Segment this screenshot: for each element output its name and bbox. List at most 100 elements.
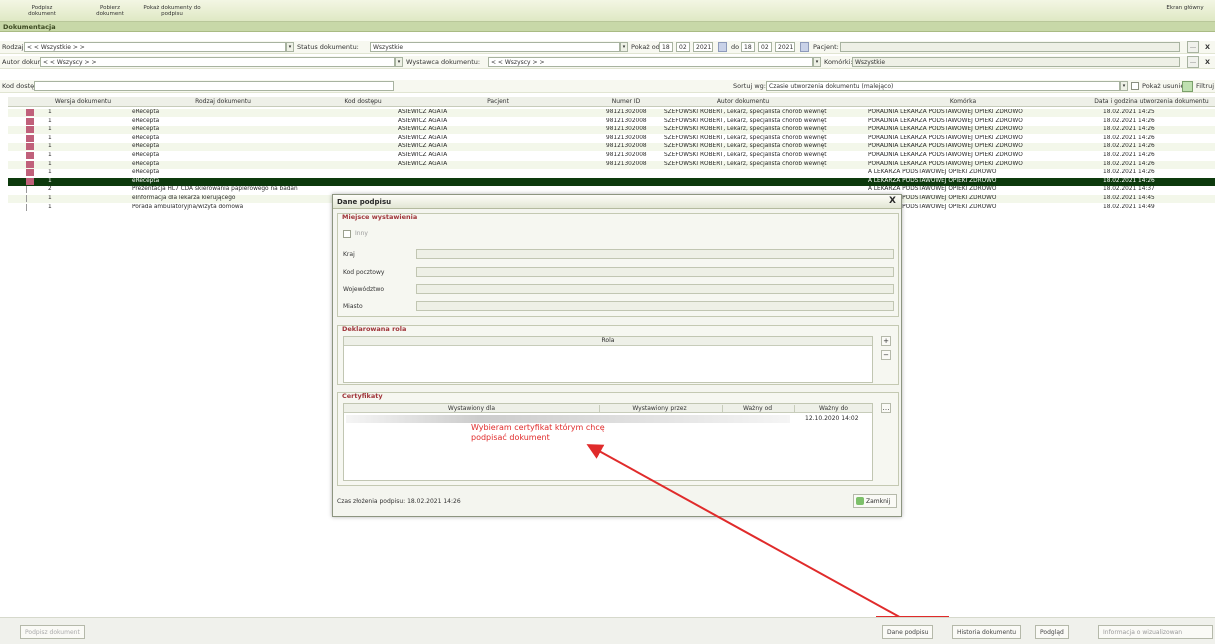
table-row[interactable]: 1 eRecepta A LEKARZA PODSTAWOWEJ OPIEKI ZD… (8, 169, 1215, 177)
cell-ver: 1 (48, 126, 52, 133)
date-from-year[interactable]: 2021 (693, 42, 713, 52)
col-header[interactable]: Kod dostępu (333, 98, 393, 105)
informacja-button[interactable]: Informacja o wizualizowan (1098, 625, 1213, 639)
table-row[interactable]: 1 eRecepta ASIEWICZ AGATA 98121302008 SZEFOW… (8, 117, 1215, 126)
cell-patient: ASIEWICZ AGATA (398, 160, 448, 167)
col-header[interactable]: Numer ID (606, 98, 646, 105)
podpisz-button[interactable]: Podpisz dokument (20, 625, 85, 639)
check-icon (856, 497, 864, 505)
col-header[interactable]: Komórka (868, 98, 1058, 105)
chevron-down-icon[interactable]: ▾ (395, 57, 403, 67)
cell-id: 98121302008 (606, 152, 647, 158)
home-screen-button[interactable]: Ekran główny (1160, 1, 1210, 21)
cert-header: Wystawiony dla Wystawiony przez Ważny od… (344, 404, 872, 413)
cell-type: eRecepta (132, 126, 160, 133)
col-header[interactable]: Pacjent (398, 98, 598, 105)
cell-type: eRecepta (132, 109, 160, 115)
cell-unit: PORADNIA LEKARZA PODSTAWOWEJ OPIEKI ZDRO… (868, 134, 1023, 141)
sortuj-select[interactable]: Czasie utworzenia dokumentu (malejąco) (766, 81, 1120, 91)
col-header[interactable]: Autor dokumentu (668, 98, 818, 105)
kod-pocztowy-field[interactable] (416, 267, 894, 277)
table-row[interactable]: 1 eRecepta ASIEWICZ AGATA 98121302008 SZEFOW… (8, 152, 1215, 160)
cell-date: 18.02.2021 14:26 (1103, 134, 1155, 141)
cell-type: eRecepta (132, 117, 160, 124)
clear-icon[interactable]: X (1205, 43, 1210, 51)
table-row[interactable]: 1 eRecepta ASIEWICZ AGATA 98121302008 SZEFOW… (8, 134, 1215, 143)
table-row[interactable]: 1 eRecepta ASIEWICZ AGATA 98121302008 SZEFOW… (8, 143, 1215, 152)
chevron-down-icon[interactable]: ▾ (286, 42, 294, 52)
wojewodztwo-field[interactable] (416, 284, 894, 294)
date-from-day[interactable]: 18 (659, 42, 673, 52)
table-row[interactable]: 1 eRecepta ASIEWICZ AGATA 98121302008 SZEFOW… (8, 109, 1215, 117)
pokaz-usuniete-checkbox[interactable] (1131, 82, 1139, 90)
remove-icon[interactable]: − (881, 350, 891, 360)
clear-icon[interactable]: X (1205, 58, 1210, 66)
date-from-month[interactable]: 02 (676, 42, 690, 52)
kraj-field[interactable] (416, 249, 894, 259)
table-row[interactable]: 1 eRecepta A LEKARZA PODSTAWOWEJ OPIEKI ZD… (8, 177, 1215, 186)
rodzaj-select[interactable]: < < Wszystkie > > (24, 42, 286, 52)
dane-podpisu-button[interactable]: Dane podpisu (882, 625, 934, 639)
fetch-document-toolbar-button[interactable]: Pobierz dokument (86, 1, 134, 21)
autor-select[interactable]: < < Wszyscy > > (40, 57, 395, 67)
date-to-year[interactable]: 2021 (775, 42, 795, 52)
miasto-field[interactable] (416, 301, 894, 311)
col-header[interactable]: Data i godzina utworzenia dokumentu (1088, 98, 1215, 105)
cell-unit: A LEKARZA PODSTAWOWEJ OPIEKI ZDROWO (868, 186, 997, 193)
cell-unit: A LEKARZA PODSTAWOWEJ OPIEKI ZDROWO (868, 177, 997, 184)
document-icon (26, 143, 34, 151)
chevron-down-icon[interactable]: ▾ (620, 42, 628, 52)
date-to-month[interactable]: 02 (758, 42, 772, 52)
filter-row-3: Kod dostępu: Sortuj wg: Czasie utworzeni… (0, 80, 1215, 93)
ellipsis-button[interactable]: … (1187, 56, 1199, 68)
col-header[interactable]: Wersja dokumentu (48, 98, 118, 105)
col-header[interactable]: Rodzaj dokumentu (148, 98, 298, 105)
chevron-down-icon[interactable]: ▾ (1120, 81, 1128, 91)
tree-line-icon (26, 195, 34, 202)
calendar-icon[interactable] (718, 42, 727, 52)
cell-ver: 1 (48, 203, 52, 210)
rodzaj-label: Rodzaj: (2, 43, 26, 51)
pokaz-od-label: Pokaż od (631, 43, 660, 51)
sign-document-toolbar-button[interactable]: Podpisz dokument (22, 1, 62, 21)
inny-checkbox[interactable] (343, 230, 351, 238)
show-to-sign-toolbar-button[interactable]: Pokaż dokumenty do podpisu (142, 1, 202, 21)
inny-label: Inny (355, 230, 368, 237)
ellipsis-button[interactable]: … (1187, 41, 1199, 53)
cert-col-header: Ważny od (722, 405, 792, 412)
calendar-icon[interactable] (800, 42, 809, 52)
document-icon (26, 177, 34, 185)
add-icon[interactable]: + (881, 336, 891, 346)
historia-button[interactable]: Historia dokumentu (952, 625, 1022, 639)
kraj-label: Kraj (343, 251, 355, 258)
close-icon[interactable]: X (889, 196, 896, 206)
document-icon (26, 169, 34, 177)
document-icon (26, 152, 34, 159)
sortuj-label: Sortuj wg: (733, 82, 766, 90)
filter-icon[interactable] (1182, 81, 1193, 92)
wystawca-select[interactable]: < < Wszyscy > > (488, 57, 813, 67)
pacjent-input[interactable] (840, 42, 1180, 52)
cell-id: 98121302008 (606, 134, 647, 141)
kod-input[interactable] (34, 81, 394, 91)
table-row[interactable]: 1 eRecepta ASIEWICZ AGATA 98121302008 SZEFOW… (8, 126, 1215, 135)
cell-date: 18.02.2021 14:26 (1103, 143, 1155, 150)
bottom-bar: Podpisz dokument Dane podpisu Historia d… (0, 617, 1215, 644)
table-row[interactable]: 1 eRecepta ASIEWICZ AGATA 98121302008 SZEFOW… (8, 160, 1215, 169)
certyfikaty-title: Certyfikaty (342, 392, 383, 400)
cell-ver: 1 (48, 177, 52, 184)
podglad-button[interactable]: Podgląd (1035, 625, 1069, 639)
cell-author: SZEFOWSKI ROBERT, Lekarz, specjalista ch… (664, 126, 827, 133)
rola-table[interactable]: Rola (343, 336, 873, 383)
rola-header: Rola (344, 337, 872, 346)
cell-unit: PORADNIA LEKARZA PODSTAWOWEJ OPIEKI ZDRO… (868, 126, 1023, 133)
filtruj-button[interactable]: Filtruj (1196, 82, 1214, 90)
date-to-day[interactable]: 18 (741, 42, 755, 52)
chevron-down-icon[interactable]: ▾ (813, 57, 821, 67)
status-select[interactable]: Wszystkie (370, 42, 620, 52)
do-label: do (731, 43, 740, 51)
ellipsis-button[interactable]: … (881, 403, 891, 413)
komorka-input[interactable]: Wszystkie (852, 57, 1180, 67)
zamknij-button[interactable]: Zamknij (853, 494, 897, 508)
cell-patient: ASIEWICZ AGATA (398, 143, 448, 150)
